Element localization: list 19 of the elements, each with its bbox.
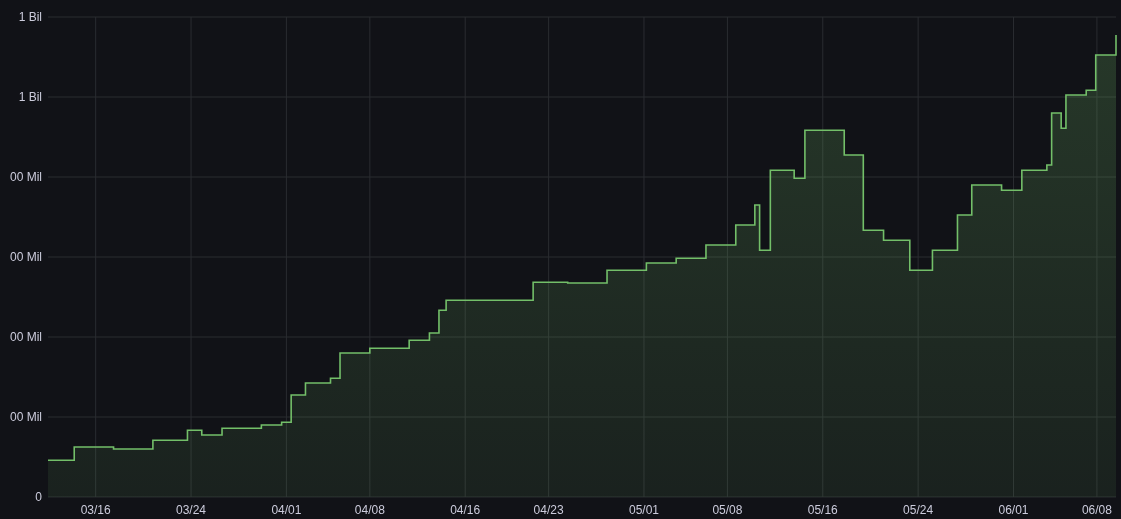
- axis-label: 05/24: [903, 503, 934, 517]
- axis-label: 00 Mil: [10, 250, 42, 264]
- axis-label: 1 Bil: [18, 90, 42, 104]
- axis-label: 04/01: [271, 503, 302, 517]
- axis-label: 05/08: [712, 503, 743, 517]
- axis-label: 00 Mil: [10, 170, 42, 184]
- axis-label: 04/23: [533, 503, 564, 517]
- axis-label: 03/16: [80, 503, 111, 517]
- axis-label: 06/08: [1081, 503, 1112, 517]
- axis-label: 0: [35, 490, 42, 504]
- axis-label: 05/16: [807, 503, 838, 517]
- axis-label: 00 Mil: [10, 330, 42, 344]
- axis-label: 03/24: [176, 503, 207, 517]
- axis-label: 06/01: [998, 503, 1029, 517]
- axis-label: 04/08: [354, 503, 385, 517]
- axis-label: 1 Bil: [18, 10, 42, 24]
- axis-label: 05/01: [628, 503, 659, 517]
- axis-label: 00 Mil: [10, 410, 42, 424]
- axis-label: 04/16: [450, 503, 481, 517]
